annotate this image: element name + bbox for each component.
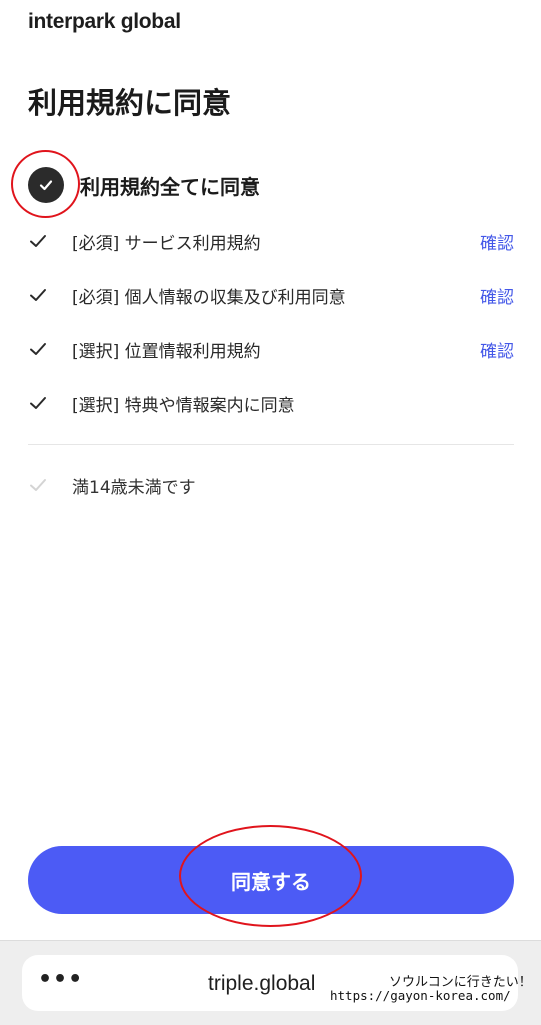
check-icon[interactable] bbox=[28, 285, 56, 305]
page-title: 利用規約に同意 bbox=[28, 86, 232, 120]
agree-button[interactable]: 同意する bbox=[28, 846, 514, 914]
check-icon[interactable] bbox=[28, 231, 56, 251]
check-icon[interactable] bbox=[28, 393, 56, 413]
term-label: [選択] 特典や情報案内に同意 bbox=[72, 395, 295, 416]
check-icon bbox=[39, 180, 53, 191]
term-row-marketing[interactable]: [選択] 特典や情報案内に同意 bbox=[28, 388, 514, 418]
term-row-privacy[interactable]: [必須] 個人情報の収集及び利用同意 確認 bbox=[28, 280, 514, 310]
term-row-location[interactable]: [選択] 位置情報利用規約 確認 bbox=[28, 334, 514, 364]
term-confirm-link[interactable]: 確認 bbox=[480, 283, 514, 308]
url-text[interactable]: triple.global bbox=[208, 972, 315, 996]
term-label: [必須] 個人情報の収集及び利用同意 bbox=[72, 287, 346, 308]
age-under-14-row[interactable]: 満14歳未満です bbox=[28, 470, 514, 500]
term-row-service[interactable]: [必須] サービス利用規約 確認 bbox=[28, 226, 514, 256]
term-label: [選択] 位置情報利用規約 bbox=[72, 341, 261, 362]
watermark-url: https://gayon-korea.com/ bbox=[330, 988, 511, 1003]
agree-all-row[interactable]: 利用規約全てに同意 bbox=[28, 165, 514, 205]
term-confirm-link[interactable]: 確認 bbox=[480, 229, 514, 254]
check-icon[interactable] bbox=[28, 339, 56, 359]
check-icon[interactable] bbox=[28, 475, 56, 495]
agree-all-label: 利用規約全てに同意 bbox=[80, 174, 260, 199]
divider bbox=[28, 444, 514, 445]
agree-all-checkbox[interactable] bbox=[28, 167, 64, 203]
term-label: [必須] サービス利用規約 bbox=[72, 233, 261, 254]
more-dots-icon[interactable]: ••• bbox=[38, 969, 83, 991]
term-confirm-link[interactable]: 確認 bbox=[480, 337, 514, 362]
age-under-14-label: 満14歳未満です bbox=[72, 477, 196, 498]
interpark-global-logo: interpark global bbox=[28, 10, 181, 33]
